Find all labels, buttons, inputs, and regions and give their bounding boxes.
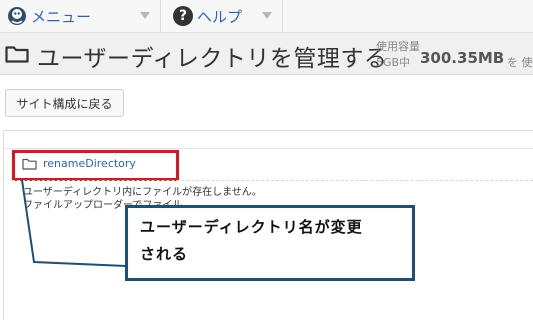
- annotation-callout: ユーザーディレクトリ名が変更 される: [125, 205, 415, 281]
- callout-line-1: ユーザーディレクトリ名が変更: [140, 218, 363, 236]
- callout-line-2: される: [140, 245, 189, 263]
